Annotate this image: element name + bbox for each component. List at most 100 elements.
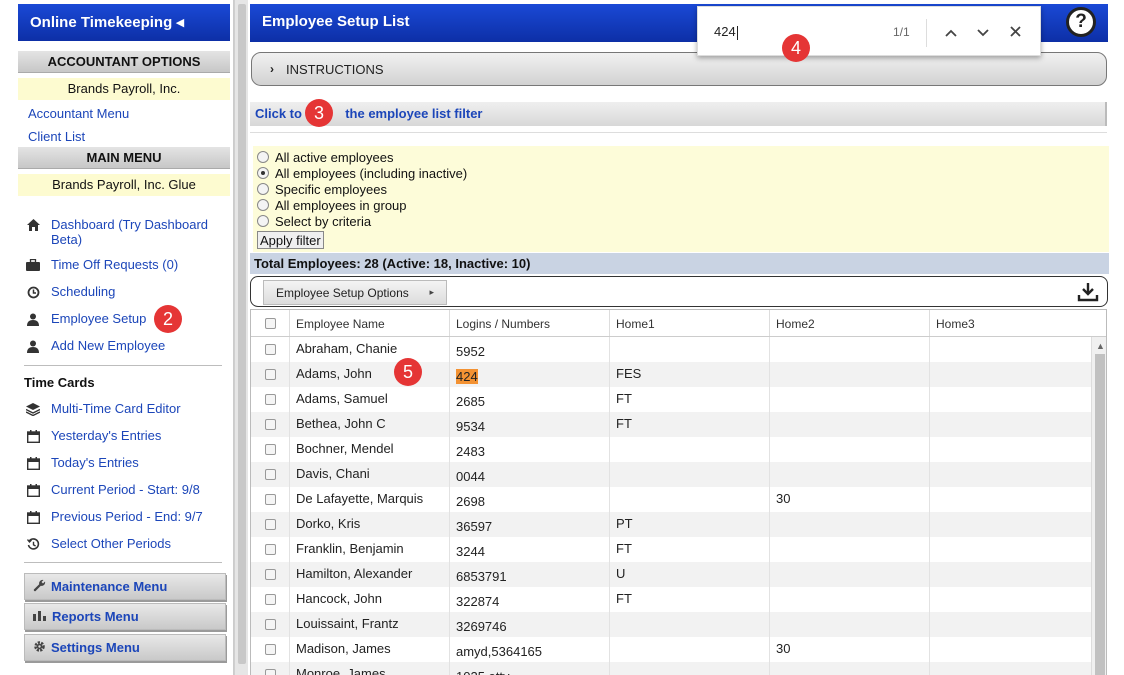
nav-select-other-periods[interactable]: Select Other Periods	[24, 536, 224, 552]
nav-yesterdays-entries[interactable]: Yesterday's Entries	[24, 428, 224, 444]
table-row[interactable]: Franklin, Benjamin 3244 FT	[251, 537, 1091, 562]
table-scroll-thumb[interactable]	[1095, 354, 1105, 675]
row-checkbox[interactable]	[264, 419, 276, 430]
cell-name[interactable]: Bochner, Mendel	[290, 437, 450, 462]
cell-home3	[930, 337, 1090, 362]
apply-filter-button[interactable]: Apply filter	[257, 231, 324, 249]
employee-setup-options-button[interactable]: Employee Setup Options ▸	[263, 280, 447, 305]
table-row[interactable]: Bethea, John C 9534 FT	[251, 412, 1091, 437]
cell-name[interactable]: Louissaint, Frantz	[290, 612, 450, 637]
app-title[interactable]: Online Timekeeping ◂	[18, 4, 230, 41]
cell-name[interactable]: Davis, Chani	[290, 462, 450, 487]
cell-name-text: Hancock, John	[296, 591, 382, 606]
radio-button-checked[interactable]	[257, 167, 269, 179]
column-header-home2[interactable]: Home2	[770, 310, 930, 336]
row-checkbox[interactable]	[264, 394, 276, 405]
cell-name[interactable]: Hamilton, Alexander	[290, 562, 450, 587]
table-row[interactable]: Davis, Chani 0044	[251, 462, 1091, 487]
table-row[interactable]: Louissaint, Frantz 3269746	[251, 612, 1091, 637]
row-checkbox[interactable]	[264, 544, 276, 555]
table-row[interactable]: Hancock, John 322874 FT	[251, 587, 1091, 612]
radio-button[interactable]	[257, 151, 269, 163]
cell-home3	[930, 462, 1090, 487]
row-checkbox[interactable]	[264, 594, 276, 605]
cell-name[interactable]: Adams, Samuel	[290, 387, 450, 412]
table-row[interactable]: Abraham, Chanie 5952	[251, 337, 1091, 362]
find-input[interactable]: 424	[714, 24, 738, 40]
row-checkbox[interactable]	[264, 444, 276, 455]
row-checkbox[interactable]	[264, 569, 276, 580]
cell-home1: U	[610, 562, 770, 587]
filter-option-specific[interactable]: Specific employees	[257, 181, 1105, 197]
cell-name[interactable]: Bethea, John C	[290, 412, 450, 437]
table-row[interactable]: Adams, Samuel 2685 FT	[251, 387, 1091, 412]
download-icon[interactable]	[1077, 282, 1099, 302]
table-row[interactable]: Adams, John 424 FES	[251, 362, 1091, 387]
help-icon[interactable]: ?	[1066, 7, 1096, 37]
scroll-up-icon[interactable]: ▲	[1096, 341, 1105, 351]
row-checkbox[interactable]	[264, 369, 276, 380]
settings-menu-button[interactable]: Settings Menu	[24, 634, 226, 661]
select-all-checkbox[interactable]	[264, 317, 276, 329]
nav-scheduling[interactable]: Scheduling	[24, 284, 224, 300]
cell-name[interactable]: Abraham, Chanie	[290, 337, 450, 362]
instructions-toggle[interactable]: › INSTRUCTIONS	[251, 52, 1107, 86]
cell-home2	[770, 662, 930, 675]
table-row[interactable]: Dorko, Kris 36597 PT	[251, 512, 1091, 537]
find-previous-icon[interactable]	[941, 22, 961, 42]
cell-name[interactable]: Monroe, James	[290, 662, 450, 675]
filter-toggle-link[interactable]: Click to the employee list filter	[250, 102, 1107, 126]
nav-todays-entries[interactable]: Today's Entries	[24, 455, 224, 471]
radio-button[interactable]	[257, 215, 269, 227]
cell-name[interactable]: De Lafayette, Marquis	[290, 487, 450, 512]
nav-multi-time-card-editor[interactable]: Multi-Time Card Editor	[24, 401, 224, 417]
filter-option-all[interactable]: All employees (including inactive)	[257, 165, 1105, 181]
row-checkbox[interactable]	[264, 519, 276, 530]
maintenance-menu-button[interactable]: Maintenance Menu	[24, 573, 226, 600]
table-row[interactable]: Madison, James amyd,5364165 30	[251, 637, 1091, 662]
nav-dashboard[interactable]: Dashboard (Try Dashboard Beta)	[24, 217, 224, 247]
nav-current-period-label: Current Period - Start: 9/8	[51, 482, 200, 497]
column-header-home1[interactable]: Home1	[610, 310, 770, 336]
sidebar-scroll-thumb[interactable]	[238, 4, 246, 664]
table-row[interactable]: Hamilton, Alexander 6853791 U	[251, 562, 1091, 587]
table-row[interactable]: Monroe, James 1025,etty	[251, 662, 1091, 675]
table-scrollbar[interactable]: ▲	[1091, 337, 1106, 675]
row-checkbox[interactable]	[264, 619, 276, 630]
cell-logins: 3269746	[450, 612, 610, 637]
row-checkbox[interactable]	[264, 494, 276, 505]
nav-time-off-requests[interactable]: Time Off Requests (0)	[24, 257, 224, 273]
row-checkbox-cell	[251, 387, 290, 412]
cell-name[interactable]: Hancock, John	[290, 587, 450, 612]
reports-menu-button[interactable]: Reports Menu	[24, 603, 226, 630]
accountant-menu-link[interactable]: Accountant Menu	[28, 106, 129, 121]
find-next-icon[interactable]	[973, 22, 993, 42]
cell-name[interactable]: Franklin, Benjamin	[290, 537, 450, 562]
row-checkbox[interactable]	[264, 669, 276, 675]
client-list-link[interactable]: Client List	[28, 129, 85, 144]
cell-home2	[770, 562, 930, 587]
nav-employee-setup[interactable]: Employee Setup	[24, 311, 224, 327]
cell-name[interactable]: Adams, John	[290, 362, 450, 387]
column-header-logins[interactable]: Logins / Numbers	[450, 310, 610, 336]
find-close-icon[interactable]	[1005, 22, 1025, 42]
step-marker: 3	[305, 99, 333, 127]
row-checkbox[interactable]	[264, 344, 276, 355]
filter-option-active[interactable]: All active employees	[257, 149, 1105, 165]
row-checkbox[interactable]	[264, 644, 276, 655]
row-checkbox[interactable]	[264, 469, 276, 480]
nav-previous-period[interactable]: Previous Period - End: 9/7	[24, 509, 224, 525]
nav-add-new-employee[interactable]: Add New Employee	[24, 338, 224, 354]
sidebar-scrollbar[interactable]	[234, 0, 248, 675]
table-row[interactable]: De Lafayette, Marquis 2698 30	[251, 487, 1091, 512]
table-row[interactable]: Bochner, Mendel 2483	[251, 437, 1091, 462]
cell-name[interactable]: Dorko, Kris	[290, 512, 450, 537]
cell-name[interactable]: Madison, James	[290, 637, 450, 662]
column-header-home3[interactable]: Home3	[930, 310, 1090, 336]
filter-option-criteria[interactable]: Select by criteria	[257, 213, 1105, 229]
column-header-name[interactable]: Employee Name	[290, 310, 450, 336]
radio-button[interactable]	[257, 183, 269, 195]
nav-current-period[interactable]: Current Period - Start: 9/8	[24, 482, 224, 498]
radio-button[interactable]	[257, 199, 269, 211]
filter-option-group[interactable]: All employees in group	[257, 197, 1105, 213]
